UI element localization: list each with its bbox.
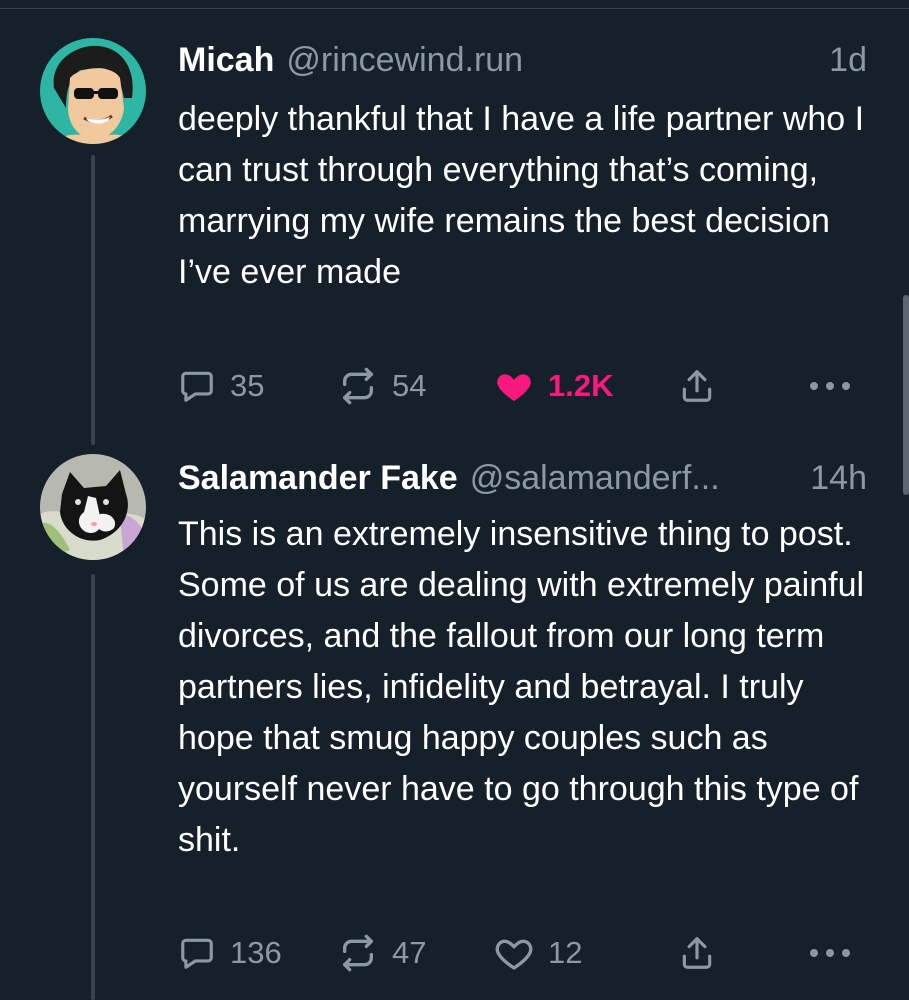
- post-time[interactable]: 14h: [810, 456, 867, 500]
- post-salamander[interactable]: Salamander Fake @salamanderf... 14h This…: [0, 450, 909, 1000]
- repost-count: 47: [392, 935, 427, 970]
- more-icon: [808, 947, 852, 959]
- post-header: Salamander Fake @salamanderf... 14h: [178, 456, 867, 500]
- repost-count: 54: [392, 368, 427, 403]
- post-header: Micah @rincewind.run 1d: [178, 38, 867, 82]
- more-button[interactable]: [808, 931, 852, 975]
- post-text: deeply thankful that I have a life partn…: [178, 100, 865, 291]
- scrollbar[interactable]: [903, 295, 909, 495]
- like-button[interactable]: 12: [494, 931, 582, 975]
- share-icon: [678, 367, 716, 405]
- reply-count: 35: [230, 368, 265, 403]
- author-name[interactable]: Micah: [178, 38, 274, 82]
- reply-icon: [178, 367, 216, 405]
- like-count: 1.2K: [548, 368, 614, 403]
- more-icon: [808, 380, 852, 392]
- repost-button[interactable]: 47: [338, 931, 426, 975]
- like-icon: [494, 366, 534, 406]
- action-bar: 35 54 1.2K: [178, 364, 868, 408]
- post-text: This is an extremely insensitive thing t…: [178, 515, 865, 859]
- share-button[interactable]: [678, 364, 716, 408]
- like-icon: [494, 933, 534, 973]
- thread-line: [91, 155, 95, 445]
- author-handle[interactable]: @rincewind.run: [286, 38, 523, 82]
- post-time[interactable]: 1d: [829, 38, 867, 82]
- share-icon: [678, 934, 716, 972]
- share-button[interactable]: [678, 931, 716, 975]
- repost-icon: [338, 933, 378, 973]
- thread-line: [91, 574, 95, 1000]
- reply-count: 136: [230, 935, 282, 970]
- action-bar: 136 47 12: [178, 931, 868, 975]
- like-button[interactable]: 1.2K: [494, 364, 613, 408]
- avatar-salamander[interactable]: [40, 454, 146, 560]
- like-count: 12: [548, 935, 583, 970]
- repost-button[interactable]: 54: [338, 364, 426, 408]
- more-button[interactable]: [808, 364, 852, 408]
- reply-icon: [178, 934, 216, 972]
- reply-button[interactable]: 35: [178, 364, 264, 408]
- post-micah[interactable]: Micah @rincewind.run 1d deeply thankful …: [0, 0, 909, 450]
- avatar-micah[interactable]: [40, 38, 146, 144]
- reply-button[interactable]: 136: [178, 931, 282, 975]
- author-name[interactable]: Salamander Fake: [178, 456, 458, 500]
- author-handle[interactable]: @salamanderf...: [470, 456, 720, 500]
- repost-icon: [338, 366, 378, 406]
